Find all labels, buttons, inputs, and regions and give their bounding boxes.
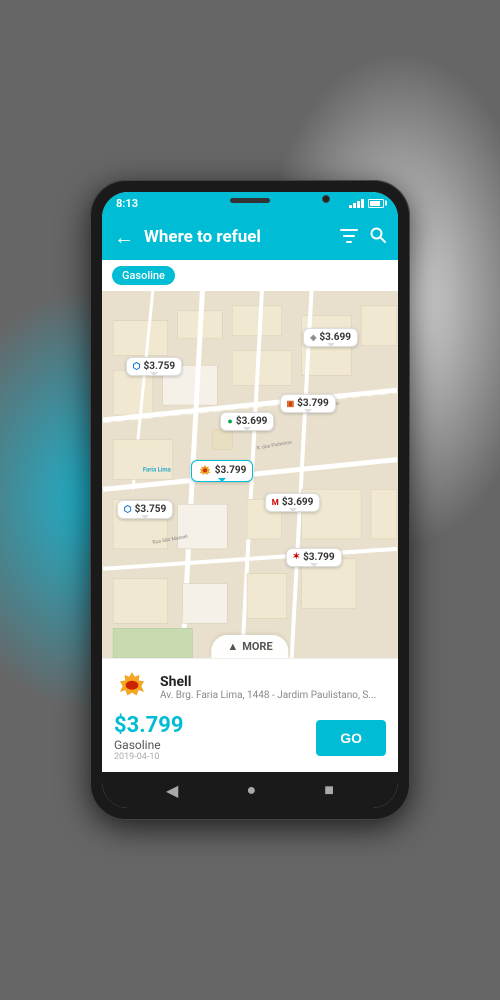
search-icon[interactable] (370, 227, 386, 248)
station-price-row: $3.799 Gasoline 2019-04-10 GO (114, 709, 386, 764)
battery-icon (368, 199, 384, 208)
station-name: Shell (160, 674, 386, 690)
nav-bar: ◀ ● ■ (102, 772, 398, 808)
station-logo (114, 669, 150, 705)
svg-text:Faria Lima: Faria Lima (143, 467, 171, 474)
status-time: 8:13 (116, 197, 138, 210)
marker-brand-icon-3: ● (227, 416, 232, 427)
camera (322, 195, 330, 203)
more-button[interactable]: ▲ MORE (211, 635, 288, 658)
price-marker-6[interactable]: ⬡ $3.759 (117, 500, 173, 519)
go-button[interactable]: GO (316, 720, 386, 756)
price-date: 2019-04-10 (114, 752, 184, 762)
station-info: Shell Av. Brg. Faria Lima, 1448 - Jardim… (160, 674, 386, 701)
marker-price-5: $3.799 (215, 465, 247, 476)
marker-brand-icon-7: M (272, 498, 279, 507)
back-button[interactable]: ← (114, 225, 134, 250)
nav-back-button[interactable]: ◀ (166, 781, 178, 800)
screen: 8:13 ← Where to refuel (102, 192, 398, 808)
app-bar-actions (340, 227, 386, 248)
marker-price-7: $3.699 (282, 497, 314, 508)
marker-price-8: $3.799 (303, 552, 335, 563)
station-header: Shell Av. Brg. Faria Lima, 1448 - Jardim… (114, 669, 386, 705)
price-info: $3.799 Gasoline 2019-04-10 (114, 713, 184, 762)
speaker (230, 198, 270, 203)
nav-recents-button[interactable]: ■ (324, 780, 334, 800)
marker-brand-icon-6: ⬡ (124, 505, 132, 515)
phone-frame: 8:13 ← Where to refuel (90, 180, 410, 820)
station-address: Av. Brg. Faria Lima, 1448 - Jardim Pauli… (160, 690, 386, 701)
price-marker-7[interactable]: M $3.699 (265, 493, 321, 512)
filter-icon[interactable] (340, 227, 358, 248)
filter-row: Gasoline (102, 260, 398, 291)
price-marker-2[interactable]: ◈ $3.699 (303, 328, 358, 347)
page-title: Where to refuel (144, 227, 330, 247)
nav-home-button[interactable]: ● (246, 780, 256, 800)
marker-price-3: $3.699 (236, 416, 268, 427)
app-bar: ← Where to refuel (102, 214, 398, 260)
price-marker-5[interactable]: $3.799 (191, 460, 254, 482)
marker-price-4: $3.799 (297, 398, 329, 409)
marker-brand-icon-2: ◈ (310, 333, 316, 342)
marker-price-1: $3.759 (144, 361, 176, 372)
marker-price-2: $3.699 (319, 332, 351, 343)
marker-brand-icon-8: ✶ (293, 552, 301, 562)
price-marker-3[interactable]: ● $3.699 (220, 412, 274, 431)
gasoline-chip[interactable]: Gasoline (112, 266, 175, 285)
price-marker-8[interactable]: ✶ $3.799 (286, 548, 342, 567)
signal-icon (349, 199, 364, 208)
fuel-type: Gasoline (114, 738, 184, 752)
marker-brand-icon-1: ⬡ (133, 362, 141, 372)
marker-brand-icon-4: ▣ (287, 399, 295, 408)
shell-marker-icon (198, 464, 212, 478)
price-marker-1[interactable]: ⬡ $3.759 (126, 357, 182, 376)
price-value: $3.799 (114, 713, 184, 738)
status-bar: 8:13 (102, 192, 398, 214)
station-card: Shell Av. Brg. Faria Lima, 1448 - Jardim… (102, 658, 398, 772)
more-label: MORE (242, 640, 272, 653)
status-icons (349, 199, 384, 208)
more-chevron-icon: ▲ (227, 640, 238, 653)
marker-price-6: $3.759 (135, 504, 167, 515)
price-marker-4[interactable]: ▣ $3.799 (280, 394, 336, 413)
map-area[interactable]: Av. Eusébio Matoso Rua São Manoel R. dos… (102, 291, 398, 658)
